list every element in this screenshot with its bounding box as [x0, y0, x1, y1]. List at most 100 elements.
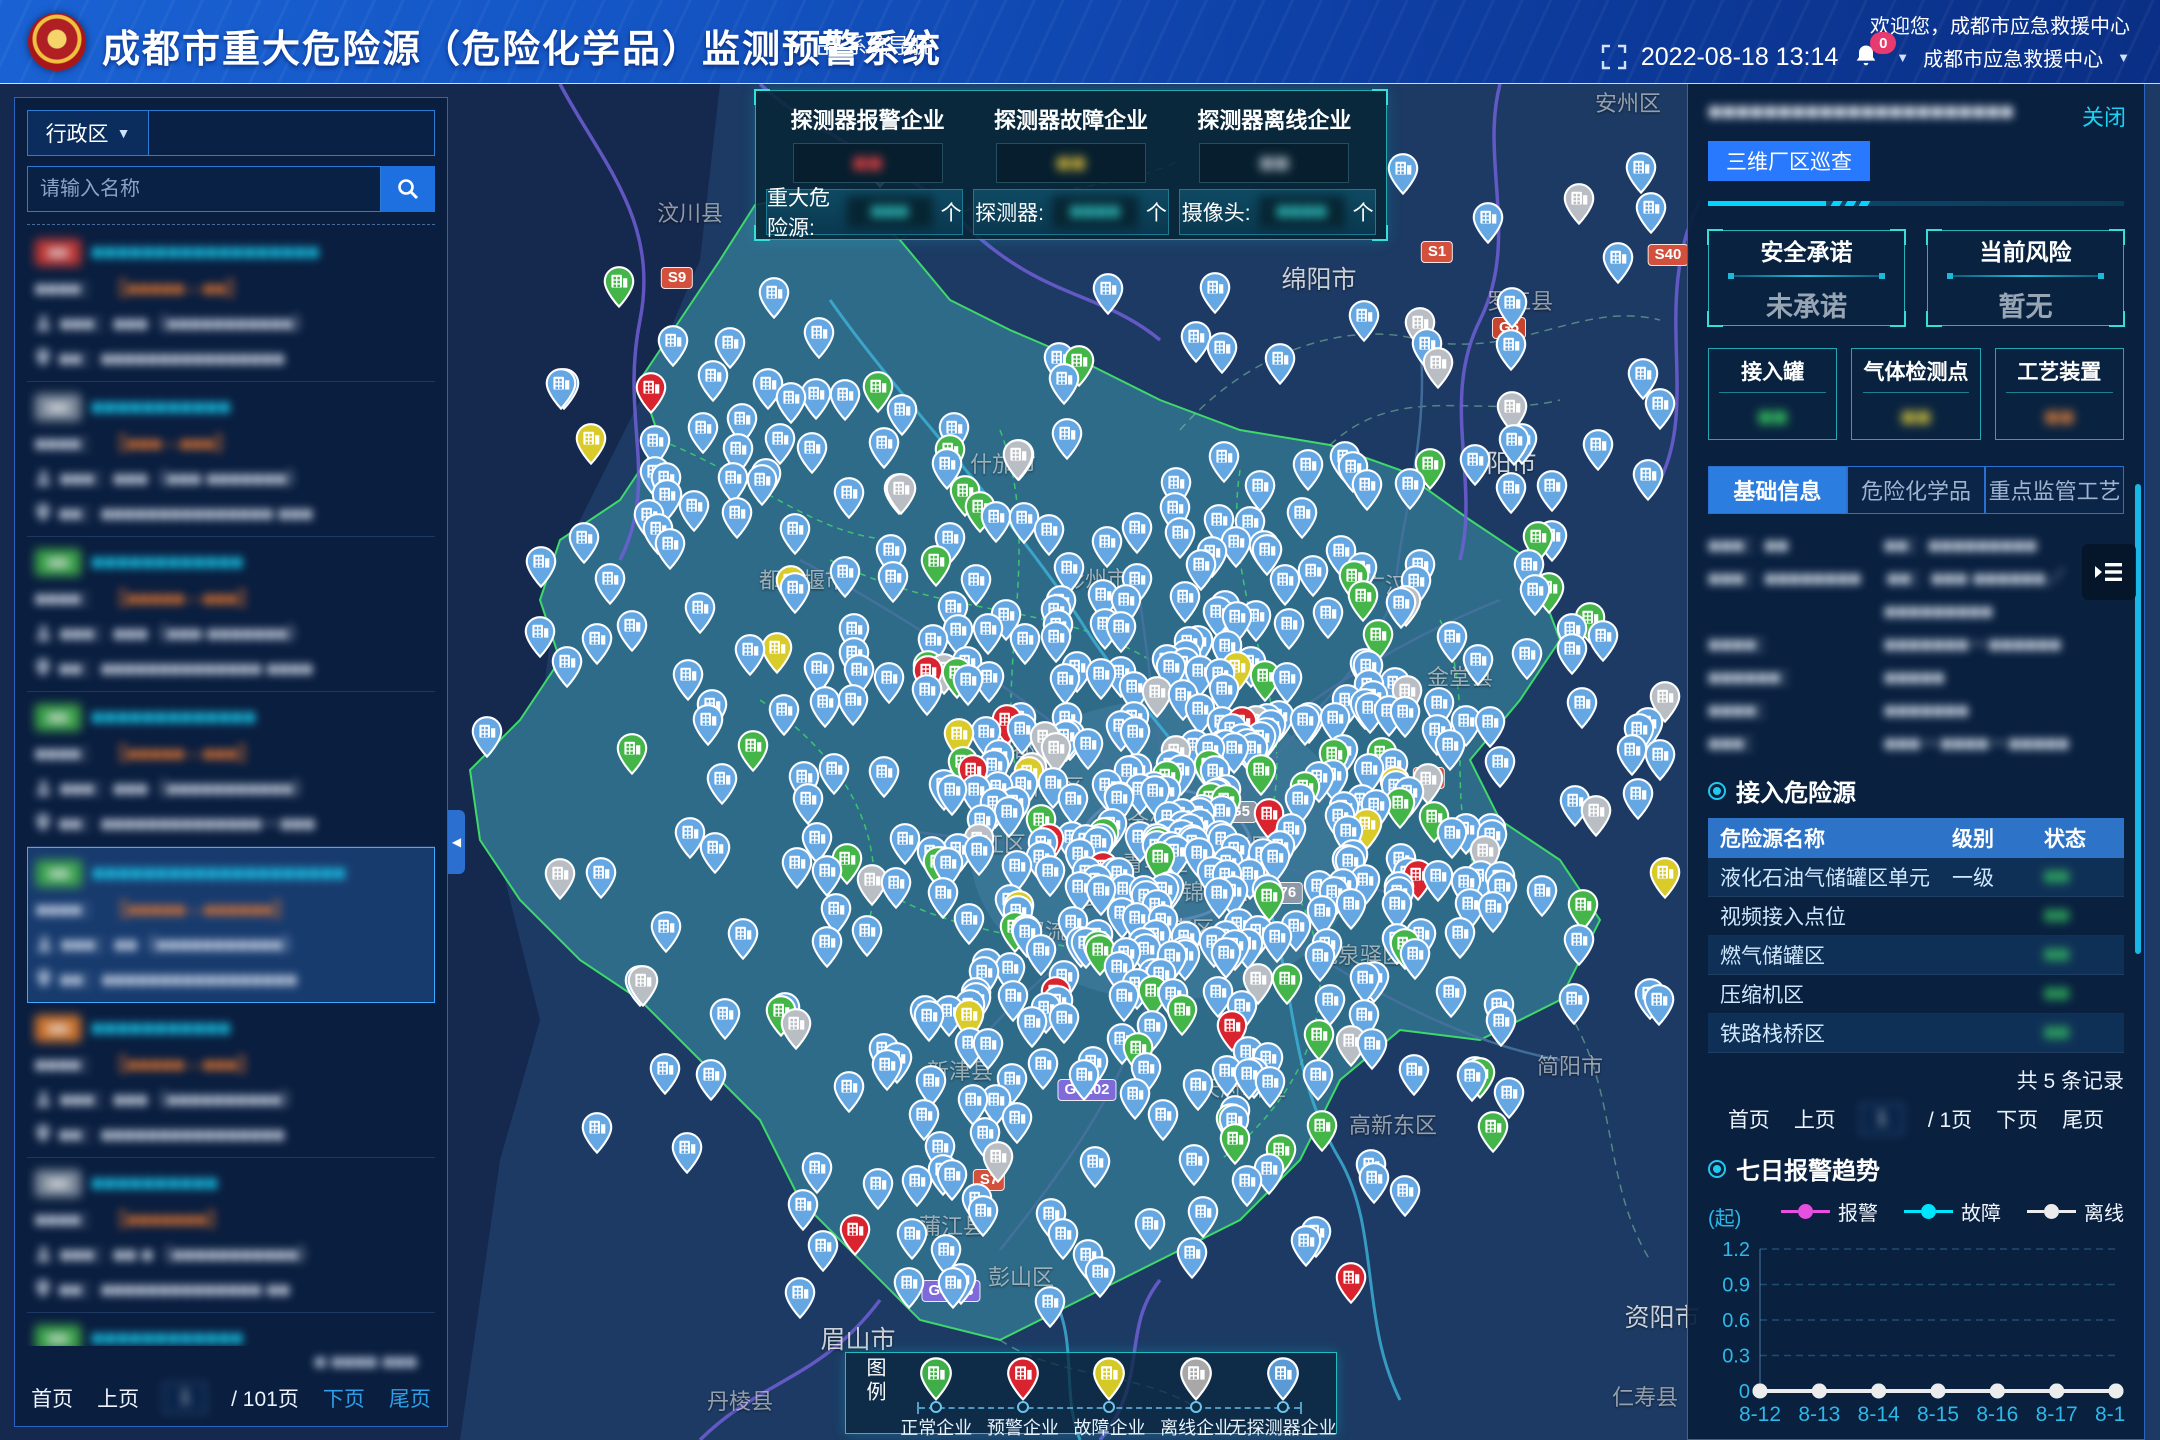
- map-marker[interactable]: [1644, 388, 1677, 435]
- map-marker[interactable]: [1389, 696, 1422, 743]
- map-marker[interactable]: [1169, 581, 1202, 628]
- map-marker[interactable]: [671, 1132, 704, 1179]
- detail-tab[interactable]: 重点监管工艺: [1985, 466, 2124, 514]
- map-marker[interactable]: [775, 382, 808, 429]
- map-marker[interactable]: [603, 266, 636, 313]
- map-marker[interactable]: [1016, 1006, 1049, 1053]
- map-marker[interactable]: [727, 918, 760, 965]
- map-marker[interactable]: [1358, 1162, 1391, 1209]
- map-marker[interactable]: [1632, 459, 1665, 506]
- sidebar-collapse-handle[interactable]: ◀: [448, 810, 465, 874]
- map-marker[interactable]: [937, 1267, 970, 1314]
- map-marker[interactable]: [1312, 597, 1345, 644]
- map-marker[interactable]: [911, 674, 944, 721]
- map-marker[interactable]: [1498, 424, 1531, 471]
- map-marker[interactable]: [568, 522, 601, 569]
- map-marker[interactable]: [1269, 564, 1302, 611]
- map-marker[interactable]: [1556, 633, 1589, 680]
- map-marker[interactable]: [784, 1277, 817, 1324]
- map-marker[interactable]: [649, 1053, 682, 1100]
- map-marker[interactable]: [1389, 1175, 1422, 1222]
- map-marker[interactable]: [1306, 1110, 1339, 1157]
- map-marker[interactable]: [1536, 470, 1569, 517]
- map-marker[interactable]: [1484, 746, 1517, 793]
- search-button[interactable]: [381, 166, 435, 212]
- map-marker[interactable]: [635, 372, 668, 419]
- map-marker[interactable]: [1072, 728, 1105, 775]
- map-marker[interactable]: [1009, 623, 1042, 670]
- map-marker[interactable]: [1178, 1144, 1211, 1191]
- map-marker[interactable]: [1121, 512, 1154, 559]
- map-marker[interactable]: [779, 572, 812, 619]
- map-marker[interactable]: [1558, 983, 1591, 1030]
- search-input[interactable]: [27, 166, 381, 212]
- map-marker[interactable]: [650, 911, 683, 958]
- hazard-table-row[interactable]: 铁路栈桥区 ■■: [1708, 1014, 2124, 1053]
- map-marker[interactable]: [787, 1189, 820, 1236]
- map-marker[interactable]: [1147, 1099, 1180, 1146]
- map-marker[interactable]: [1079, 1146, 1112, 1193]
- map-marker[interactable]: [885, 473, 918, 520]
- map-marker[interactable]: [1206, 332, 1239, 379]
- map-marker[interactable]: [684, 592, 717, 639]
- map-marker[interactable]: [1582, 429, 1615, 476]
- map-marker[interactable]: [544, 858, 577, 905]
- system-nav-button[interactable]: 系统导航: [818, 30, 930, 60]
- map-marker[interactable]: [695, 1059, 728, 1106]
- company-list-item[interactable]: ■■ ■■■■■■■■■■■ ■■■■：【■■■■■—■■■】 ■■■：■■■（…: [27, 1003, 435, 1158]
- map-marker[interactable]: [851, 915, 884, 962]
- map-marker[interactable]: [871, 1049, 904, 1096]
- map-marker[interactable]: [868, 756, 901, 803]
- map-marker[interactable]: [1422, 347, 1455, 394]
- plant-3d-tour-button[interactable]: 三维厂区巡查: [1708, 141, 1870, 181]
- last-page-button[interactable]: 尾页: [389, 1383, 431, 1413]
- map-marker[interactable]: [1302, 1059, 1335, 1106]
- map-marker[interactable]: [807, 1230, 840, 1277]
- company-list-item[interactable]: ■■ ■■■■■■■■■■■■■■■■■■■■ ■■■■：【■■■■■—■■■■…: [27, 847, 435, 1003]
- map-marker[interactable]: [868, 427, 901, 474]
- map-marker[interactable]: [581, 1112, 614, 1159]
- map-marker[interactable]: [829, 556, 862, 603]
- map-marker[interactable]: [1084, 1256, 1117, 1303]
- map-marker[interactable]: [1622, 778, 1655, 825]
- map-marker[interactable]: [1649, 857, 1682, 904]
- map-marker[interactable]: [697, 360, 730, 407]
- map-marker[interactable]: [594, 563, 627, 610]
- map-marker[interactable]: [1027, 1048, 1060, 1095]
- region-filter-dropdown[interactable]: 行政区 ▼: [27, 110, 149, 156]
- next-page-button[interactable]: 下页: [323, 1383, 365, 1413]
- map-marker[interactable]: [1176, 1237, 1209, 1284]
- map-marker[interactable]: [877, 561, 910, 608]
- map-marker[interactable]: [627, 965, 660, 1012]
- map-marker[interactable]: [575, 423, 608, 470]
- map-marker[interactable]: [1387, 153, 1420, 200]
- map-marker[interactable]: [616, 610, 649, 657]
- map-marker[interactable]: [880, 867, 913, 914]
- prev-page-button[interactable]: 上页: [1794, 1104, 1836, 1134]
- map-marker[interactable]: [1048, 363, 1081, 410]
- first-page-button[interactable]: 首页: [1728, 1104, 1770, 1134]
- company-list-item[interactable]: ■■ ■■■■■■■■■■■ ■■■■：【■■■—■■■】 ■■■：■■■（■■…: [27, 382, 435, 537]
- map-marker[interactable]: [1519, 574, 1552, 621]
- map-marker[interactable]: [1436, 817, 1469, 864]
- map-marker[interactable]: [953, 903, 986, 950]
- region-filter-value[interactable]: [149, 110, 435, 156]
- map-marker[interactable]: [1643, 984, 1676, 1031]
- map-marker[interactable]: [1264, 343, 1297, 390]
- company-list-item[interactable]: ■■ ■■■■■■■■■■■■■ ■■■■：【■■■■■—■■■】 ■■■：■■…: [27, 692, 435, 847]
- map-marker[interactable]: [1286, 497, 1319, 544]
- map-marker[interactable]: [920, 545, 953, 592]
- map-marker[interactable]: [525, 546, 558, 593]
- map-marker[interactable]: [1563, 924, 1596, 971]
- map-marker[interactable]: [1495, 472, 1528, 519]
- org-dropdown[interactable]: 成都市应急救援中心: [1923, 43, 2103, 72]
- map-marker[interactable]: [545, 368, 578, 415]
- hazard-table-row[interactable]: 液化石油气储罐区单元 一级 ■■: [1708, 858, 2124, 897]
- map-marker[interactable]: [758, 277, 791, 324]
- company-list-item[interactable]: ■■ ■■■■■■■■■■■■ ■■■■：【■■■■■—■■■】 ■■■：■■■…: [27, 1313, 435, 1346]
- prev-page-button[interactable]: 上页: [97, 1383, 139, 1413]
- map-marker[interactable]: [833, 477, 866, 524]
- map-marker[interactable]: [1048, 1002, 1081, 1049]
- map-marker[interactable]: [551, 646, 584, 693]
- map-marker[interactable]: [1002, 439, 1035, 486]
